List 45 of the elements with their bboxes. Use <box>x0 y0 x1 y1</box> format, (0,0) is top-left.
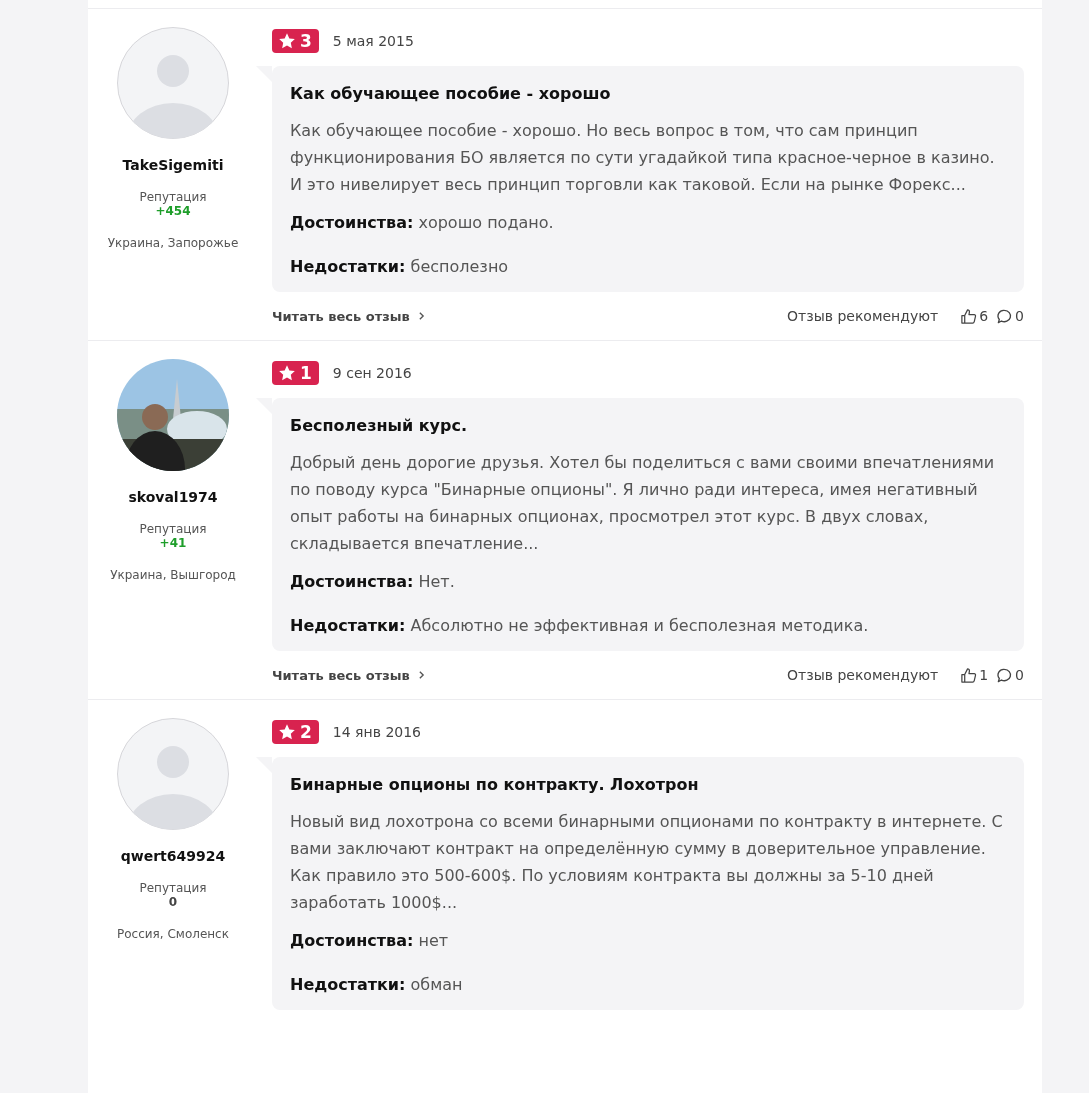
review-title[interactable]: Бинарные опционы по контракту. Лохотрон <box>290 775 1006 794</box>
review-date: 14 янв 2016 <box>332 724 421 740</box>
star-icon <box>278 364 296 382</box>
like-button[interactable]: 1 <box>960 666 989 684</box>
star-icon <box>278 32 296 50</box>
review-pros: Достоинства: Нет. <box>290 571 456 593</box>
recommend-label: Отзыв рекомендуют <box>787 667 939 683</box>
avatar-icon <box>117 27 229 139</box>
reputation-label: Репутация <box>139 881 207 895</box>
reputation-label: Репутация <box>139 190 207 204</box>
reputation-label: Репутация <box>139 522 207 536</box>
review-text: Добрый день дорогие друзья. Хотел бы поделиться с вами своими впечатлениями по поводу курса "Бинарные опционы". Я лично ради интереса, имея негативный опыт работы на бинарных опционах, просмотрел этот курс. В двух словах, складывается впечатление... <box>290 452 996 555</box>
recommend-label: Отзыв рекомендуют <box>787 308 939 324</box>
author-name[interactable]: qwert649924 <box>120 848 226 864</box>
rating-badge: 3 <box>272 29 319 53</box>
review-date: 9 сен 2016 <box>332 365 412 381</box>
review-cons: Недостатки: обман <box>290 974 464 996</box>
author-location: Украина, Запорожье <box>106 235 240 252</box>
author-location: Украина, Вышгород <box>109 567 237 584</box>
read-more-link[interactable]: Читать весь отзыв <box>272 667 425 683</box>
author-name[interactable]: TakeSigemiti <box>122 157 224 173</box>
chevron-icon <box>417 311 425 321</box>
review-pros: Достоинства: хорошо подано. <box>290 212 555 234</box>
review-cons: Недостатки: бесполезно <box>290 256 510 278</box>
chevron-icon <box>417 670 425 680</box>
rating-badge: 1 <box>272 361 319 385</box>
like-button[interactable]: 6 <box>960 307 989 325</box>
avatar-icon <box>117 718 229 830</box>
comment-button[interactable]: 0 <box>996 307 1024 325</box>
comment-button[interactable]: 0 <box>996 666 1024 684</box>
review-date: 5 мая 2015 <box>332 33 414 49</box>
review-cons: Недостатки: Абсолютно не эффективная и бесполезная методика. <box>290 615 870 637</box>
reputation-value: +454 <box>155 204 191 218</box>
author-name[interactable]: skoval1974 <box>128 489 218 505</box>
star-icon <box>278 723 296 741</box>
review-text: Новый вид лохотрона со всеми бинарными опционами по контракту в интернете. С вами заключают контракт на определённую сумму в доверительное управление. Как правило это 500-600$. По условиям контракта вы должны за 5-10 дней заработать 1000$... <box>290 811 1004 914</box>
rating-badge: 2 <box>272 720 319 744</box>
reputation-value: +41 <box>159 536 187 550</box>
author-location: Россия, Смоленск <box>116 926 230 943</box>
review-pros: Достоинства: нет <box>290 930 450 952</box>
review-text: Как обучающее пособие - хорошо. Но весь вопрос в том, что сам принцип функционирования БО является по сути угадайкой типа красное-черное в казино. И это нивелирует весь принцип торговли как таковой. Если на рынке Форекс... <box>290 120 996 196</box>
review-title[interactable]: Бесполезный курс. <box>290 416 1006 435</box>
read-more-link[interactable]: Читать весь отзыв <box>272 308 425 324</box>
reputation-value: 0 <box>168 895 178 909</box>
review-title[interactable]: Как обучающее пособие - хорошо <box>290 84 1006 103</box>
